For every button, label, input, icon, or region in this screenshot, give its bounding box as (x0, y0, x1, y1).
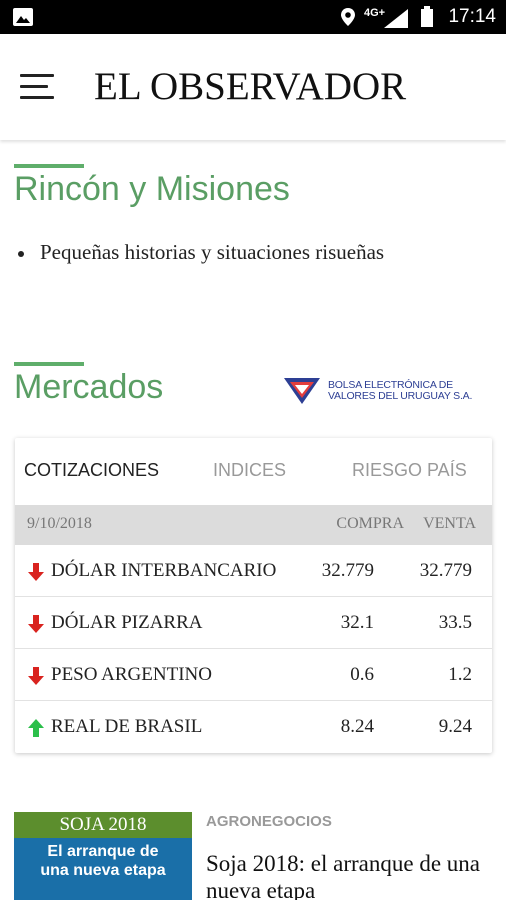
sell-value: 33.5 (438, 612, 472, 633)
rincon-list: Pequeñas historias y situaciones risueña… (18, 240, 384, 265)
status-time: 17:14 (448, 6, 496, 27)
arrow-up-icon (28, 719, 44, 737)
tab-indices[interactable]: INDICES (213, 460, 286, 481)
table-row[interactable]: DÓLAR PIZARRA 32.1 33.5 (15, 597, 492, 649)
bolsa-logo: BOLSA ELECTRÓNICA DE VALORES DEL URUGUAY… (282, 374, 482, 408)
sell-value: 9.24 (438, 716, 472, 737)
quotes-table-header: 9/10/2018 COMPRA VENTA (15, 505, 492, 545)
bolsa-logo-text: BOLSA ELECTRÓNICA DE VALORES DEL URUGUAY… (328, 379, 473, 402)
news-kicker[interactable]: AGRONEGOCIOS (206, 813, 332, 830)
gallery-icon (13, 8, 33, 26)
tab-riesgo-pais[interactable]: RIESGO PAÍS (352, 460, 467, 481)
column-header-buy: COMPRA (336, 515, 404, 532)
market-quotes-card: COTIZACIONES INDICES RIESGO PAÍS 9/10/20… (15, 438, 492, 753)
news-thumbnail[interactable]: SOJA 2018 El arranque de una nueva etapa (14, 812, 192, 900)
bullet-icon (18, 251, 24, 258)
buy-value: 8.24 (340, 716, 374, 737)
section-accent-bar (14, 164, 84, 168)
currency-name: DÓLAR INTERBANCARIO (51, 560, 277, 581)
table-row[interactable]: REAL DE BRASIL 8.24 9.24 (15, 701, 492, 753)
quotes-date: 9/10/2018 (27, 515, 92, 532)
market-tabs: COTIZACIONES INDICES RIESGO PAÍS (15, 438, 492, 504)
sell-value: 32.779 (419, 560, 472, 581)
bolsa-emblem-icon (284, 378, 320, 404)
section-accent-bar (14, 362, 84, 366)
currency-name: PESO ARGENTINO (51, 664, 212, 685)
location-icon (341, 8, 356, 26)
list-item[interactable]: Pequeñas historias y situaciones risueña… (18, 240, 384, 265)
thumbnail-subtitle: El arranque de una nueva etapa (40, 843, 166, 879)
currency-name: REAL DE BRASIL (51, 716, 203, 737)
thumbnail-title: SOJA 2018 (59, 814, 147, 835)
network-label: 4G+ (364, 7, 385, 19)
app-header: EL OBSERVADOR (0, 34, 506, 140)
arrow-down-icon (28, 615, 44, 633)
buy-value: 0.6 (350, 664, 374, 685)
arrow-down-icon (28, 563, 44, 581)
sell-value: 1.2 (448, 664, 472, 685)
brand-logo[interactable]: EL OBSERVADOR (94, 64, 406, 109)
hamburger-menu-icon[interactable] (20, 74, 56, 102)
currency-name: DÓLAR PIZARRA (51, 612, 203, 633)
tab-cotizaciones[interactable]: COTIZACIONES (24, 460, 159, 481)
list-item-text: Pequeñas historias y situaciones risueña… (40, 240, 385, 264)
buy-value: 32.779 (321, 560, 374, 581)
news-headline[interactable]: Soja 2018: el arranque de una nueva etap… (206, 850, 496, 900)
section-title-rincon[interactable]: Rincón y Misiones (14, 170, 290, 209)
arrow-down-icon (28, 667, 44, 685)
column-header-sell: VENTA (423, 515, 476, 532)
signal-icon: 4G+ (364, 7, 409, 28)
buy-value: 32.1 (340, 612, 374, 633)
table-row[interactable]: PESO ARGENTINO 0.6 1.2 (15, 649, 492, 701)
table-row[interactable]: DÓLAR INTERBANCARIO 32.779 32.779 (15, 545, 492, 597)
battery-icon (421, 6, 434, 27)
status-bar: 4G+ 17:14 (0, 0, 506, 34)
section-title-mercados[interactable]: Mercados (14, 368, 163, 407)
